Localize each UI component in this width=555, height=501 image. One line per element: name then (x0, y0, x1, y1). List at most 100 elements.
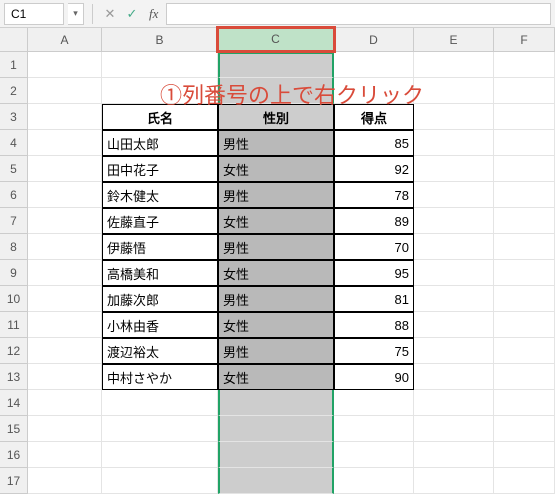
cell-C15[interactable] (218, 416, 334, 442)
cell-C16[interactable] (218, 442, 334, 468)
cell-B11[interactable]: 小林由香 (102, 312, 218, 338)
cell-D2[interactable] (334, 78, 414, 104)
cell-A12[interactable] (28, 338, 102, 364)
row-header-3[interactable]: 3 (0, 104, 28, 130)
row-header-12[interactable]: 12 (0, 338, 28, 364)
name-box-dropdown[interactable]: ▾ (68, 3, 84, 25)
cell-D12[interactable]: 75 (334, 338, 414, 364)
cell-A7[interactable] (28, 208, 102, 234)
cell-A13[interactable] (28, 364, 102, 390)
cell-D5[interactable]: 92 (334, 156, 414, 182)
cell-D10[interactable]: 81 (334, 286, 414, 312)
cell-F6[interactable] (494, 182, 555, 208)
cell-F14[interactable] (494, 390, 555, 416)
cell-C4[interactable]: 男性 (218, 130, 334, 156)
cell-F11[interactable] (494, 312, 555, 338)
cell-A3[interactable] (28, 104, 102, 130)
cell-F2[interactable] (494, 78, 555, 104)
cell-B2[interactable] (102, 78, 218, 104)
cell-F16[interactable] (494, 442, 555, 468)
row-header-7[interactable]: 7 (0, 208, 28, 234)
cell-A15[interactable] (28, 416, 102, 442)
formula-input[interactable] (166, 3, 551, 25)
row-header-17[interactable]: 17 (0, 468, 28, 494)
cell-A10[interactable] (28, 286, 102, 312)
col-header-E[interactable]: E (414, 28, 494, 52)
cell-B14[interactable] (102, 390, 218, 416)
cell-B13[interactable]: 中村さやか (102, 364, 218, 390)
cell-E5[interactable] (414, 156, 494, 182)
cell-C17[interactable] (218, 468, 334, 494)
cell-C10[interactable]: 男性 (218, 286, 334, 312)
cell-F7[interactable] (494, 208, 555, 234)
cell-D1[interactable] (334, 52, 414, 78)
cell-E12[interactable] (414, 338, 494, 364)
cell-E3[interactable] (414, 104, 494, 130)
cell-F12[interactable] (494, 338, 555, 364)
cell-C13[interactable]: 女性 (218, 364, 334, 390)
cell-A11[interactable] (28, 312, 102, 338)
row-header-8[interactable]: 8 (0, 234, 28, 260)
cell-C9[interactable]: 女性 (218, 260, 334, 286)
cell-D13[interactable]: 90 (334, 364, 414, 390)
cell-D6[interactable]: 78 (334, 182, 414, 208)
col-header-F[interactable]: F (494, 28, 555, 52)
row-header-16[interactable]: 16 (0, 442, 28, 468)
cell-E1[interactable] (414, 52, 494, 78)
cell-A5[interactable] (28, 156, 102, 182)
row-header-6[interactable]: 6 (0, 182, 28, 208)
cell-D8[interactable]: 70 (334, 234, 414, 260)
row-header-14[interactable]: 14 (0, 390, 28, 416)
cell-C11[interactable]: 女性 (218, 312, 334, 338)
col-header-B[interactable]: B (102, 28, 218, 52)
cell-B17[interactable] (102, 468, 218, 494)
cell-B6[interactable]: 鈴木健太 (102, 182, 218, 208)
row-header-5[interactable]: 5 (0, 156, 28, 182)
cell-E2[interactable] (414, 78, 494, 104)
cell-B5[interactable]: 田中花子 (102, 156, 218, 182)
cell-B1[interactable] (102, 52, 218, 78)
cell-B12[interactable]: 渡辺裕太 (102, 338, 218, 364)
cell-C8[interactable]: 男性 (218, 234, 334, 260)
cell-A17[interactable] (28, 468, 102, 494)
row-header-1[interactable]: 1 (0, 52, 28, 78)
cell-C6[interactable]: 男性 (218, 182, 334, 208)
cell-B9[interactable]: 高橋美和 (102, 260, 218, 286)
cell-D3[interactable]: 得点 (334, 104, 414, 130)
cell-A6[interactable] (28, 182, 102, 208)
row-header-4[interactable]: 4 (0, 130, 28, 156)
cell-B4[interactable]: 山田太郎 (102, 130, 218, 156)
cell-C14[interactable] (218, 390, 334, 416)
cell-B3[interactable]: 氏名 (102, 104, 218, 130)
cell-E14[interactable] (414, 390, 494, 416)
cell-F9[interactable] (494, 260, 555, 286)
cell-D9[interactable]: 95 (334, 260, 414, 286)
cell-A1[interactable] (28, 52, 102, 78)
cell-E8[interactable] (414, 234, 494, 260)
cell-A2[interactable] (28, 78, 102, 104)
row-header-11[interactable]: 11 (0, 312, 28, 338)
name-box[interactable]: C1 (4, 3, 64, 25)
select-all-corner[interactable] (0, 28, 28, 52)
cell-C2[interactable] (218, 78, 334, 104)
cell-A14[interactable] (28, 390, 102, 416)
row-header-9[interactable]: 9 (0, 260, 28, 286)
cell-F10[interactable] (494, 286, 555, 312)
cell-F15[interactable] (494, 416, 555, 442)
col-header-C[interactable]: C (218, 28, 334, 52)
cell-D4[interactable]: 85 (334, 130, 414, 156)
col-header-D[interactable]: D (334, 28, 414, 52)
cell-A4[interactable] (28, 130, 102, 156)
cell-C12[interactable]: 男性 (218, 338, 334, 364)
cell-C1[interactable] (218, 52, 334, 78)
cell-E17[interactable] (414, 468, 494, 494)
row-header-2[interactable]: 2 (0, 78, 28, 104)
cell-E10[interactable] (414, 286, 494, 312)
cell-E6[interactable] (414, 182, 494, 208)
row-header-10[interactable]: 10 (0, 286, 28, 312)
cell-B10[interactable]: 加藤次郎 (102, 286, 218, 312)
cell-A16[interactable] (28, 442, 102, 468)
cell-D7[interactable]: 89 (334, 208, 414, 234)
cell-E11[interactable] (414, 312, 494, 338)
cell-D15[interactable] (334, 416, 414, 442)
